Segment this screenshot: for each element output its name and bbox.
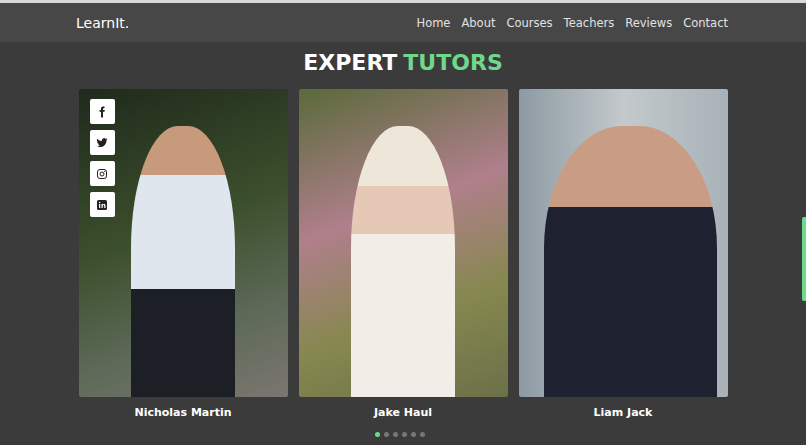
nav-link[interactable]: Home	[416, 16, 450, 30]
person-figure	[544, 126, 717, 397]
social-button[interactable]	[90, 99, 115, 124]
social-button[interactable]	[90, 130, 115, 155]
person-figure	[131, 126, 236, 397]
carousel-dot[interactable]	[393, 432, 398, 437]
scrollbar-thumb[interactable]	[802, 217, 806, 301]
linkedin-icon	[96, 199, 108, 211]
tutor-name: Jake Haul	[299, 406, 508, 420]
page: LearnIt. Home About Courses Teachers Reviews C…	[0, 0, 806, 445]
tutor-card[interactable]: Liam Jack	[519, 89, 728, 420]
carousel-dot[interactable]	[375, 432, 380, 437]
person-figure	[351, 126, 456, 397]
nav-links: Home About Courses Teachers Reviews Contact	[416, 16, 728, 30]
carousel-dot[interactable]	[411, 432, 416, 437]
tutor-photo	[519, 89, 728, 397]
nav-link[interactable]: Reviews	[625, 16, 672, 30]
instagram-icon	[96, 168, 108, 180]
tutor-photo	[79, 89, 288, 397]
carousel-dot[interactable]	[402, 432, 407, 437]
navbar: LearnIt. Home About Courses Teachers Reviews C…	[0, 0, 806, 42]
carousel-dots	[0, 432, 806, 437]
social-links	[90, 99, 115, 217]
tutor-name: Liam Jack	[519, 406, 728, 420]
title-first: EXPERT	[303, 50, 397, 75]
carousel-dot[interactable]	[384, 432, 389, 437]
carousel-dot[interactable]	[420, 432, 425, 437]
social-button[interactable]	[90, 161, 115, 186]
nav-link[interactable]: Courses	[506, 16, 552, 30]
tutor-card[interactable]: Jake Haul	[299, 89, 508, 420]
twitter-icon	[96, 137, 108, 149]
nav-link[interactable]: Teachers	[564, 16, 615, 30]
tutor-cards: Nicholas Martin Jake Haul Liam Jack	[79, 89, 728, 420]
social-button[interactable]	[90, 192, 115, 217]
title-second: TUTORS	[403, 50, 502, 75]
nav-link[interactable]: Contact	[683, 16, 728, 30]
section-title: EXPERTTUTORS	[0, 50, 806, 76]
tutor-card[interactable]: Nicholas Martin	[79, 89, 288, 420]
tutor-photo	[299, 89, 508, 397]
logo[interactable]: LearnIt.	[76, 15, 129, 31]
facebook-icon	[96, 106, 108, 118]
tutor-name: Nicholas Martin	[79, 406, 288, 420]
nav-link[interactable]: About	[461, 16, 495, 30]
